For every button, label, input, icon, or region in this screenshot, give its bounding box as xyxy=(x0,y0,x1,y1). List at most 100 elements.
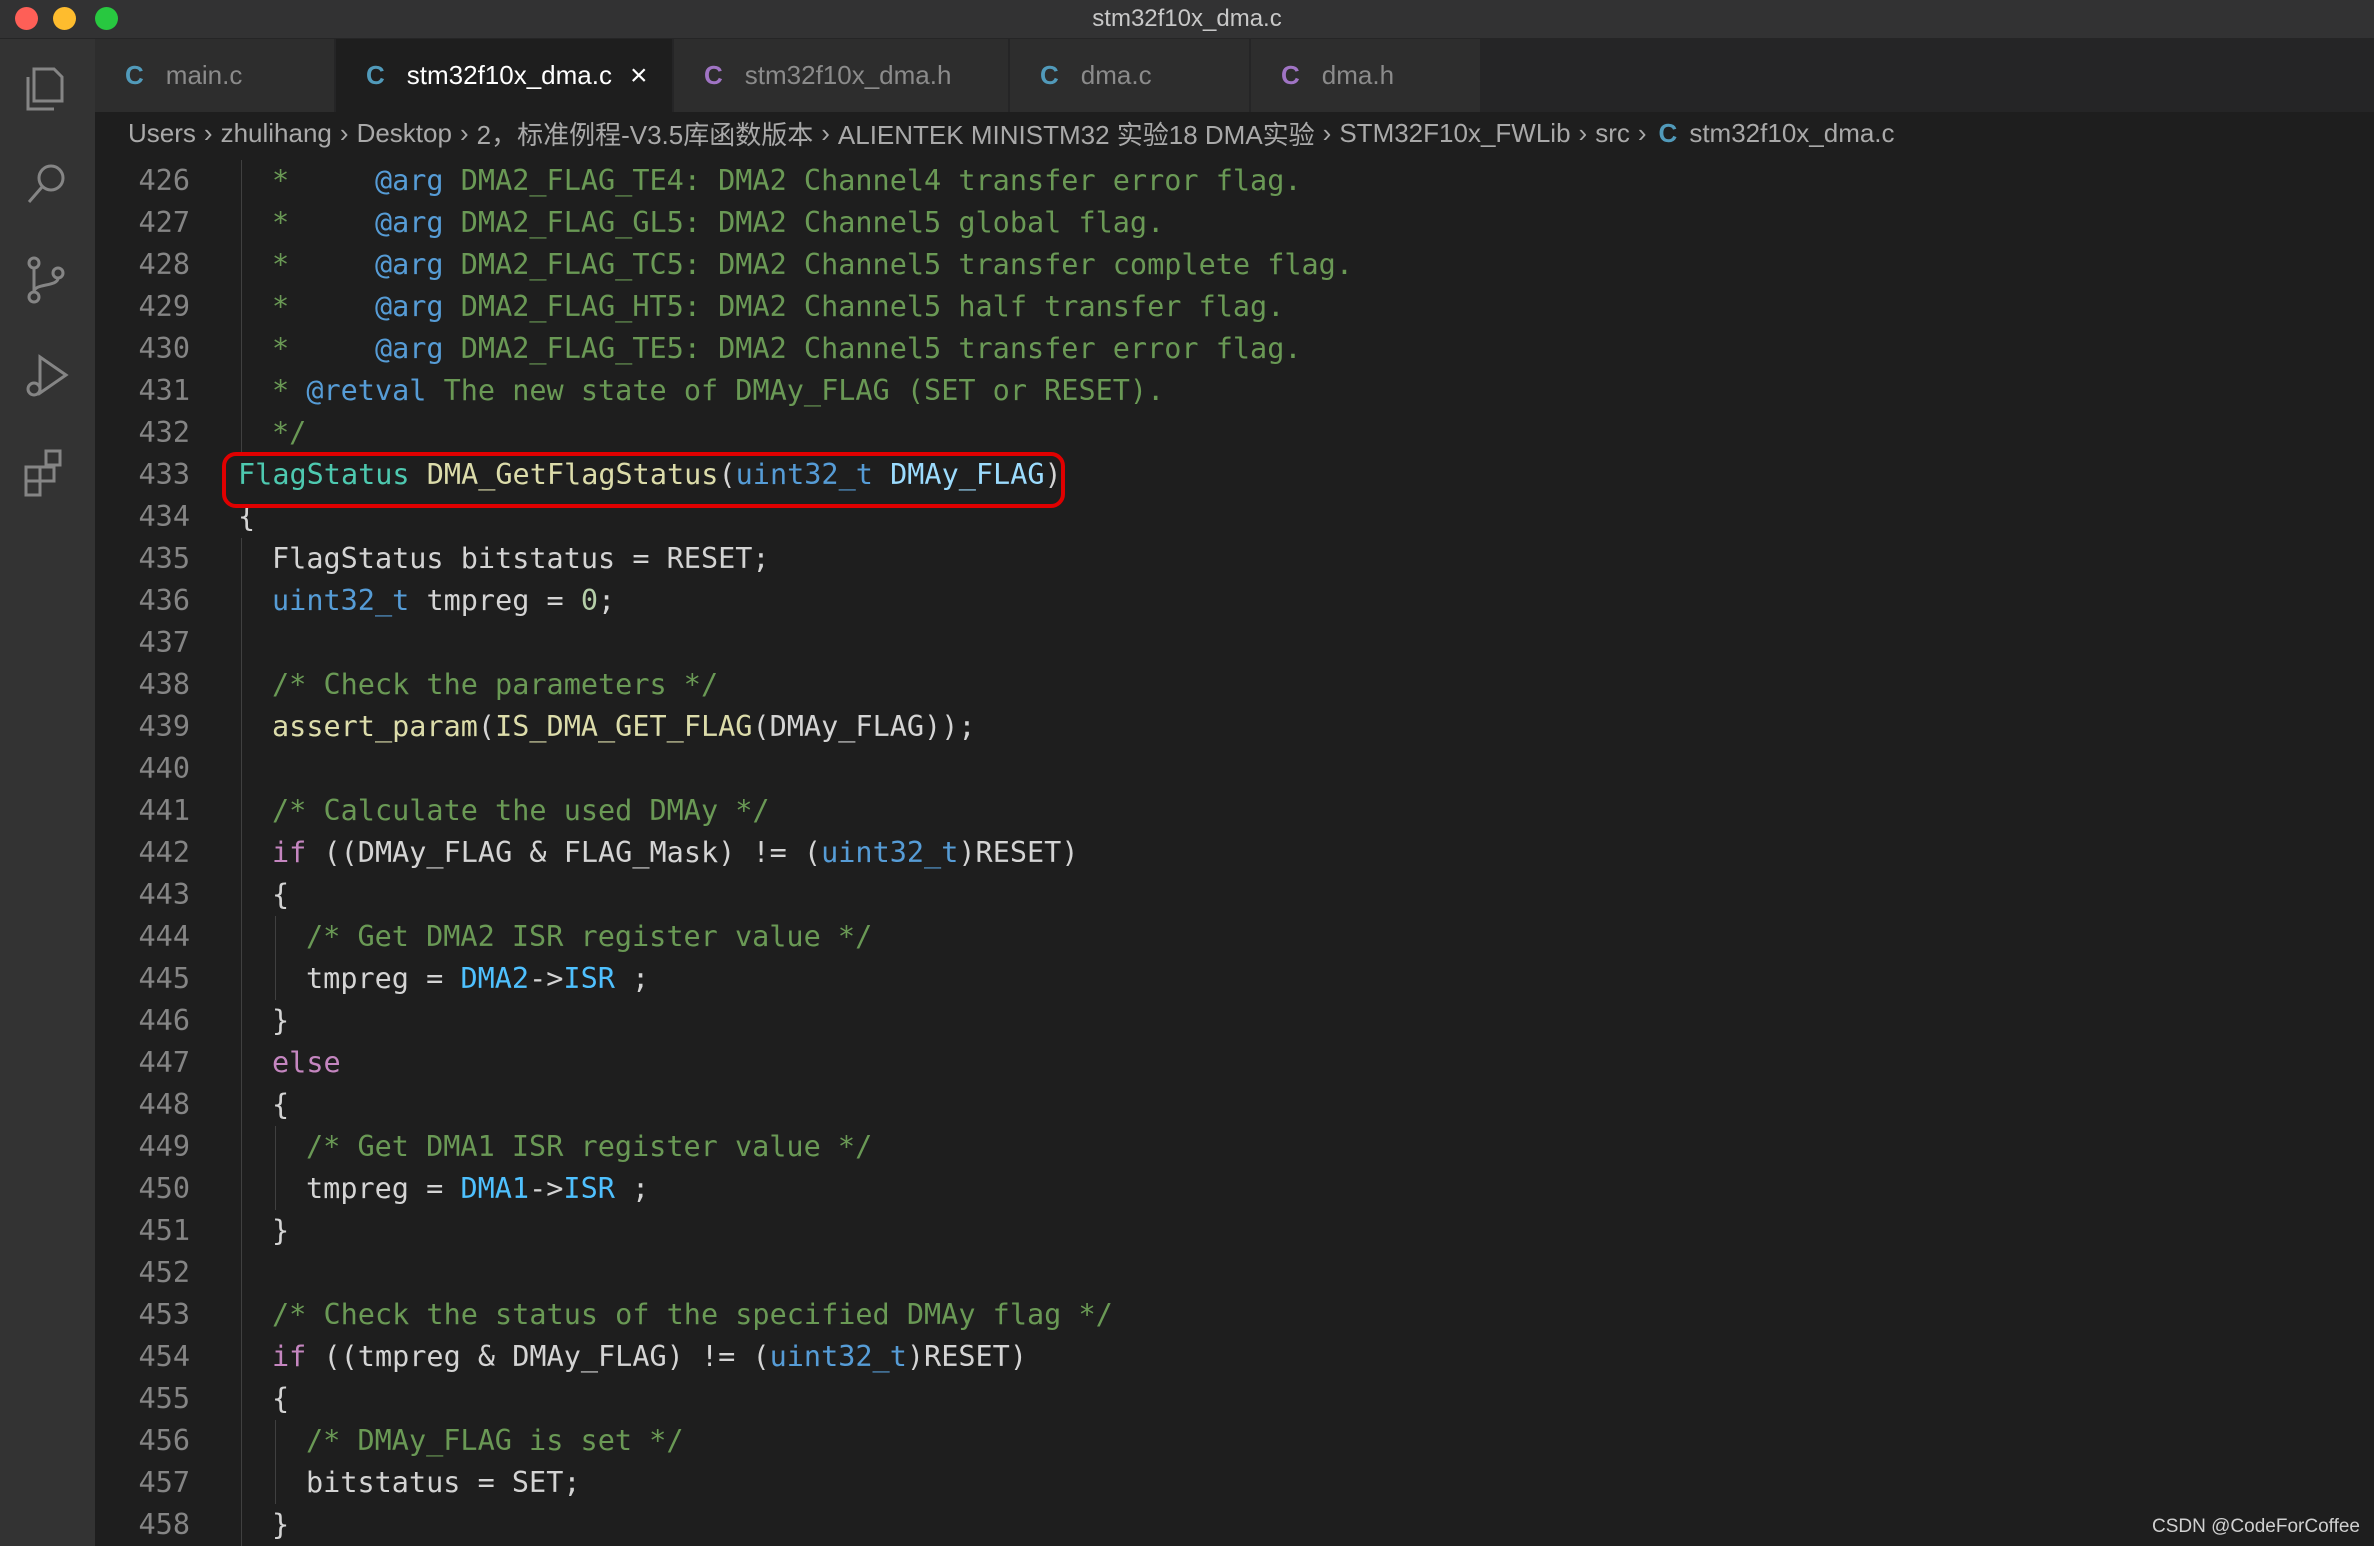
breadcrumb-item[interactable]: 2，标准例程-V3.5库函数版本 xyxy=(477,115,814,152)
code-line[interactable]: 450 tmpreg = DMA1->ISR ; xyxy=(95,1168,2374,1210)
breadcrumb-item[interactable]: Desktop xyxy=(357,118,452,149)
tab-label: dma.h xyxy=(1321,60,1395,90)
c-header-icon: C xyxy=(1281,60,1300,90)
code-text: uint32_t tmpreg = 0; xyxy=(272,584,616,617)
line-number: 457 xyxy=(138,1466,190,1499)
code-line[interactable]: 432 */ xyxy=(95,412,2374,454)
breadcrumb-item[interactable]: src xyxy=(1595,118,1630,149)
chevron-right-icon: › xyxy=(459,117,469,148)
code-line[interactable]: 445 tmpreg = DMA2->ISR ; xyxy=(95,958,2374,1000)
code-text: } xyxy=(272,1214,290,1247)
code-line[interactable]: 430 * @arg DMA2_FLAG_TE5: DMA2 Channel5 t… xyxy=(95,328,2374,370)
code-line[interactable]: 447 else xyxy=(95,1042,2374,1084)
line-number: 436 xyxy=(138,584,190,617)
line-number: 453 xyxy=(138,1298,190,1331)
tab-dma-c[interactable]: C dma.c xyxy=(1010,39,1250,112)
code-line[interactable]: 448 { xyxy=(95,1084,2374,1126)
extensions-icon[interactable] xyxy=(20,445,74,499)
tab-label: main.c xyxy=(165,60,243,90)
line-number: 435 xyxy=(138,542,190,575)
chevron-right-icon: › xyxy=(203,117,213,148)
code-editor[interactable]: 426 * @arg DMA2_FLAG_TE4: DMA2 Channel4 t… xyxy=(95,160,2374,1546)
explorer-icon[interactable] xyxy=(20,61,74,115)
breadcrumb-file[interactable]: stm32f10x_dma.c xyxy=(1689,118,1894,149)
code-line[interactable]: 443 { xyxy=(95,874,2374,916)
code-line[interactable]: 436 uint32_t tmpreg = 0; xyxy=(95,580,2374,622)
code-line[interactable]: 426 * @arg DMA2_FLAG_TE4: DMA2 Channel4 t… xyxy=(95,160,2374,202)
line-number: 456 xyxy=(138,1424,190,1457)
tab-stm32f10x-dma-h[interactable]: C stm32f10x_dma.h xyxy=(674,39,1009,112)
line-number: 450 xyxy=(138,1172,190,1205)
code-line[interactable]: 441 /* Calculate the used DMAy */ xyxy=(95,790,2374,832)
line-number: 444 xyxy=(138,920,190,953)
code-line[interactable]: 431 * @retval The new state of DMAy_FLAG … xyxy=(95,370,2374,412)
code-text: /* DMAy_FLAG is set */ xyxy=(306,1424,684,1457)
line-number: 429 xyxy=(138,290,190,323)
code-text: if ((DMAy_FLAG & FLAG_Mask) != (uint32_t… xyxy=(272,836,1079,869)
run-debug-icon[interactable] xyxy=(20,349,74,403)
search-icon[interactable] xyxy=(20,157,74,211)
code-line[interactable]: 438 /* Check the parameters */ xyxy=(95,664,2374,706)
chevron-right-icon: › xyxy=(339,117,349,148)
code-line[interactable]: 440 xyxy=(95,748,2374,790)
code-line[interactable]: 444 /* Get DMA2 ISR register value */ xyxy=(95,916,2374,958)
tab-label: dma.c xyxy=(1080,60,1152,90)
code-text: else xyxy=(272,1046,341,1079)
line-number: 427 xyxy=(138,206,190,239)
function-signature-highlight xyxy=(222,452,1065,508)
line-number: 431 xyxy=(138,374,190,407)
line-number: 428 xyxy=(138,248,190,281)
line-number: 438 xyxy=(138,668,190,701)
breadcrumb-item[interactable]: ALIENTEK MINISTM32 实验18 DMA实验 xyxy=(838,115,1315,152)
line-number: 451 xyxy=(138,1214,190,1247)
watermark: CSDN @CodeForCoffee xyxy=(2152,1516,2360,1537)
code-text: { xyxy=(272,878,290,911)
tab-stm32f10x-dma-c[interactable]: C stm32f10x_dma.c × xyxy=(336,39,673,112)
chevron-right-icon: › xyxy=(1578,117,1588,148)
tab-dma-h[interactable]: C dma.h xyxy=(1251,39,1481,112)
line-number: 433 xyxy=(138,458,190,491)
line-number: 439 xyxy=(138,710,190,743)
line-number: 458 xyxy=(138,1508,190,1541)
code-text: * @arg DMA2_FLAG_TE4: DMA2 Channel4 tran… xyxy=(272,164,1302,197)
code-line[interactable]: 439 assert_param(IS_DMA_GET_FLAG(DMAy_FLA… xyxy=(95,706,2374,748)
code-line[interactable]: 449 /* Get DMA1 ISR register value */ xyxy=(95,1126,2374,1168)
code-line[interactable]: 442 if ((DMAy_FLAG & FLAG_Mask) != (uint3… xyxy=(95,832,2374,874)
code-line[interactable]: 428 * @arg DMA2_FLAG_TC5: DMA2 Channel5 t… xyxy=(95,244,2374,286)
code-line[interactable]: 457 bitstatus = SET; xyxy=(95,1462,2374,1504)
code-text: FlagStatus bitstatus = RESET; xyxy=(272,542,770,575)
code-line[interactable]: 429 * @arg DMA2_FLAG_HT5: DMA2 Channel5 h… xyxy=(95,286,2374,328)
breadcrumb-item[interactable]: Users xyxy=(128,118,196,149)
close-tab-icon[interactable]: × xyxy=(630,59,648,93)
code-line[interactable]: 453 /* Check the status of the specified … xyxy=(95,1294,2374,1336)
code-line[interactable]: 437 xyxy=(95,622,2374,664)
indent-guide xyxy=(241,538,242,1546)
code-line[interactable]: 456 /* DMAy_FLAG is set */ xyxy=(95,1420,2374,1462)
indent-guide xyxy=(241,160,242,454)
line-number: 446 xyxy=(138,1004,190,1037)
indent-guide xyxy=(275,1420,276,1504)
code-line[interactable]: 458} xyxy=(95,1504,2374,1546)
line-number: 441 xyxy=(138,794,190,827)
line-number: 430 xyxy=(138,332,190,365)
code-line[interactable]: 454 if ((tmpreg & DMAy_FLAG) != (uint32_t… xyxy=(95,1336,2374,1378)
line-number: 455 xyxy=(138,1382,190,1415)
code-text: } xyxy=(272,1004,290,1037)
breadcrumb-item[interactable]: zhulihang xyxy=(221,118,332,149)
source-control-icon[interactable] xyxy=(20,253,74,307)
code-line[interactable]: 455 { xyxy=(95,1378,2374,1420)
line-number: 447 xyxy=(138,1046,190,1079)
breadcrumb-item[interactable]: STM32F10x_FWLib xyxy=(1339,118,1570,149)
line-number: 448 xyxy=(138,1088,190,1121)
code-line[interactable]: 452 xyxy=(95,1252,2374,1294)
code-line[interactable]: 451} xyxy=(95,1210,2374,1252)
code-text: if ((tmpreg & DMAy_FLAG) != (uint32_t)RE… xyxy=(272,1340,1027,1373)
code-line[interactable]: 435 FlagStatus bitstatus = RESET; xyxy=(95,538,2374,580)
tab-main-c[interactable]: C main.c xyxy=(95,39,335,112)
window-title: stm32f10x_dma.c xyxy=(1092,5,1282,32)
breadcrumb: Users › zhulihang › Desktop › 2，标准例程-V3.… xyxy=(128,112,1895,154)
code-line[interactable]: 427 * @arg DMA2_FLAG_GL5: DMA2 Channel5 g… xyxy=(95,202,2374,244)
line-number: 445 xyxy=(138,962,190,995)
code-text: /* Check the parameters */ xyxy=(272,668,719,701)
code-line[interactable]: 446} xyxy=(95,1000,2374,1042)
